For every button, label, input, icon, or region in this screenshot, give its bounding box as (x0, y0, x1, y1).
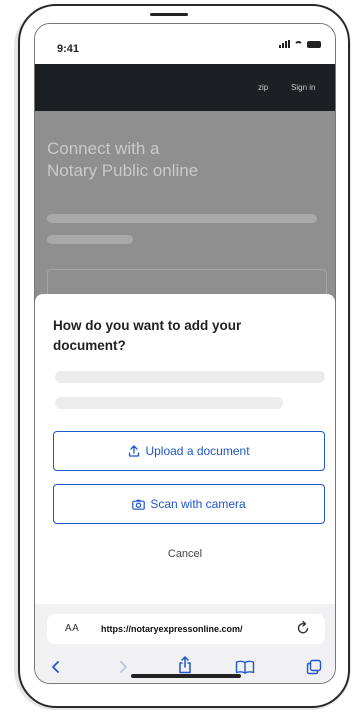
upload-document-button[interactable]: Upload a document (53, 431, 325, 471)
cancel-button[interactable]: Cancel (35, 548, 335, 560)
address-bar[interactable]: AA https://notaryexpressonline.com/ (47, 614, 325, 644)
cellular-signal-icon (279, 40, 290, 48)
hero-line-2: Notary Public online (47, 161, 199, 180)
url-text: https://notaryexpressonline.com/ (101, 624, 243, 634)
tabs-icon[interactable] (306, 659, 322, 675)
back-icon[interactable] (50, 659, 62, 675)
scan-button-label: Scan with camera (150, 497, 246, 511)
hero-heading: Connect with a Notary Public online (47, 138, 198, 182)
add-document-sheet: How do you want to add your document? Up… (35, 294, 335, 604)
forward-icon[interactable] (117, 659, 129, 675)
nav-link-sign-in[interactable]: Sign in (291, 83, 315, 92)
placeholder-line (55, 397, 283, 409)
home-indicator (131, 674, 241, 678)
hero-line-1: Connect with a (47, 139, 160, 158)
reload-icon[interactable] (295, 620, 311, 636)
bookmarks-icon[interactable] (235, 660, 255, 674)
page-background-overlay: Connect with a Notary Public online (35, 111, 335, 331)
battery-icon (307, 41, 321, 48)
placeholder-line (47, 214, 317, 223)
status-time: 9:41 (57, 43, 80, 55)
status-bar: 9:41 (35, 24, 335, 64)
nav-link-zip[interactable]: zip (258, 83, 268, 92)
upload-icon (129, 445, 140, 457)
camera-icon (132, 499, 146, 510)
phone-screen: 9:41 zip Sign in Connect with a Notary P… (34, 23, 336, 684)
browser-chrome: AA https://notaryexpressonline.com/ (35, 604, 335, 683)
placeholder-line (55, 371, 325, 383)
wifi-icon (294, 41, 303, 48)
phone-speaker (150, 13, 188, 16)
status-icons (279, 40, 321, 48)
placeholder-line (47, 235, 133, 244)
site-navbar: zip Sign in (35, 64, 335, 111)
text-size-button[interactable]: AA (65, 623, 79, 634)
share-icon[interactable] (178, 656, 192, 674)
sheet-title: How do you want to add your document? (53, 318, 242, 353)
scan-camera-button[interactable]: Scan with camera (53, 484, 325, 524)
upload-button-label: Upload a document (145, 444, 250, 458)
